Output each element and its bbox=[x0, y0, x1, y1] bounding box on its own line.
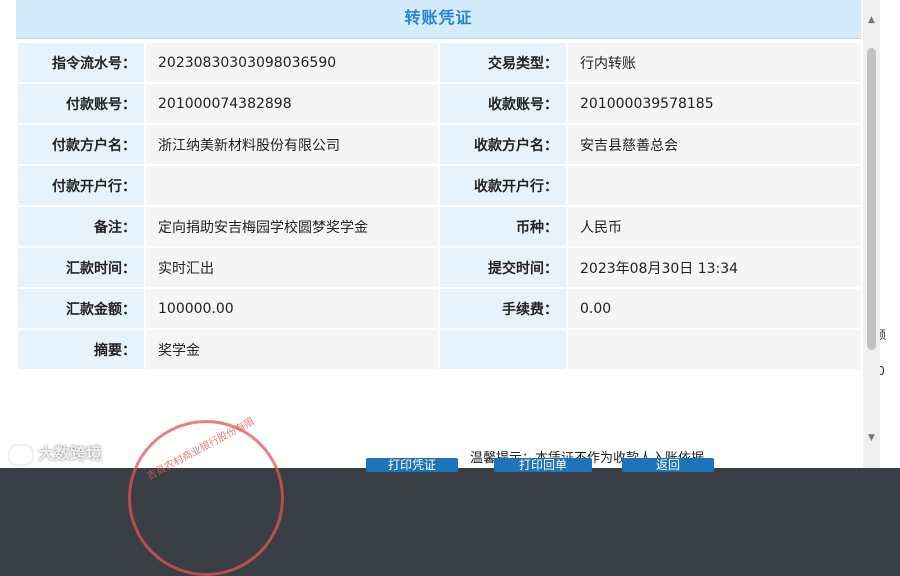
watermark: 大数跨境 bbox=[8, 440, 102, 466]
voucher-row: 付款方户名： 浙江纳美新材料股份有限公司 收款方户名： 安吉县慈善总会 bbox=[18, 125, 860, 164]
voucher-table: 指令流水号： 20230830303098036590 交易类型： 行内转账 付款账号：… bbox=[16, 41, 862, 371]
voucher-row: 备注： 定向捐助安吉梅园学校圆梦奖学金 币种： 人民币 bbox=[18, 207, 860, 246]
field-value bbox=[568, 166, 860, 205]
field-value: 定向捐助安吉梅园学校圆梦奖学金 bbox=[146, 207, 438, 246]
field-label: 摘要： bbox=[18, 330, 144, 369]
back-button[interactable]: 返回 bbox=[622, 458, 714, 472]
field-label: 手续费： bbox=[440, 289, 566, 328]
voucher-row: 汇款时间： 实时汇出 提交时间： 2023年08月30日 13:34 bbox=[18, 248, 860, 287]
dialog-titlebar: 转账凭证 bbox=[16, 0, 861, 39]
field-label: 备注： bbox=[18, 207, 144, 246]
field-value: 2023年08月30日 13:34 bbox=[568, 248, 860, 287]
field-value: 行内转账 bbox=[568, 43, 860, 82]
scrollbar-thumb[interactable] bbox=[867, 48, 876, 350]
field-label: 汇款时间： bbox=[18, 248, 144, 287]
field-label: 收款开户行： bbox=[440, 166, 566, 205]
watermark-logo-icon bbox=[8, 443, 34, 466]
print-receipt-button[interactable]: 打印回单 bbox=[494, 458, 592, 472]
field-value: 奖学金 bbox=[146, 330, 438, 369]
vertical-scrollbar[interactable]: ▲ ▼ bbox=[863, 0, 880, 468]
field-label bbox=[440, 330, 566, 369]
voucher-row: 摘要： 奖学金 bbox=[18, 330, 860, 369]
field-label: 汇款金额： bbox=[18, 289, 144, 328]
field-label: 提交时间： bbox=[440, 248, 566, 287]
dialog-title: 转账凭证 bbox=[404, 8, 473, 27]
scroll-up-arrow-icon[interactable]: ▲ bbox=[863, 12, 880, 29]
field-label: 指令流水号： bbox=[18, 43, 144, 82]
voucher-row: 汇款金额： 100000.00 手续费： 0.00 bbox=[18, 289, 860, 328]
watermark-text: 大数跨境 bbox=[38, 444, 103, 463]
field-value: 人民币 bbox=[568, 207, 860, 246]
field-label: 收款账号： bbox=[440, 84, 566, 123]
print-voucher-button[interactable]: 打印凭证 bbox=[366, 458, 458, 472]
field-value: 0.00 bbox=[568, 289, 860, 328]
field-label: 付款账号： bbox=[18, 84, 144, 123]
voucher-row: 付款开户行： 收款开户行： bbox=[18, 166, 860, 205]
field-value: 浙江纳美新材料股份有限公司 bbox=[146, 125, 438, 164]
field-value: 100000.00 bbox=[146, 289, 438, 328]
scroll-down-arrow-icon[interactable]: ▼ bbox=[863, 430, 880, 447]
field-label: 币种： bbox=[440, 207, 566, 246]
field-value bbox=[146, 166, 438, 205]
field-label: 付款开户行： bbox=[18, 166, 144, 205]
transfer-voucher-dialog: 转账凭证 指令流水号： 20230830303098036590 交易类型： 行内转账… bbox=[0, 0, 880, 576]
field-value: 安吉县慈善总会 bbox=[568, 125, 860, 164]
field-label: 收款方户名： bbox=[440, 125, 566, 164]
voucher-row: 付款账号： 201000074382898 收款账号： 201000039578185 bbox=[18, 84, 860, 123]
field-value: 实时汇出 bbox=[146, 248, 438, 287]
field-value: 201000039578185 bbox=[568, 84, 860, 123]
field-value: 201000074382898 bbox=[146, 84, 438, 123]
field-value bbox=[568, 330, 860, 369]
field-label: 交易类型： bbox=[440, 43, 566, 82]
voucher-row: 指令流水号： 20230830303098036590 交易类型： 行内转账 bbox=[18, 43, 860, 82]
field-label: 付款方户名： bbox=[18, 125, 144, 164]
field-value: 20230830303098036590 bbox=[146, 43, 438, 82]
